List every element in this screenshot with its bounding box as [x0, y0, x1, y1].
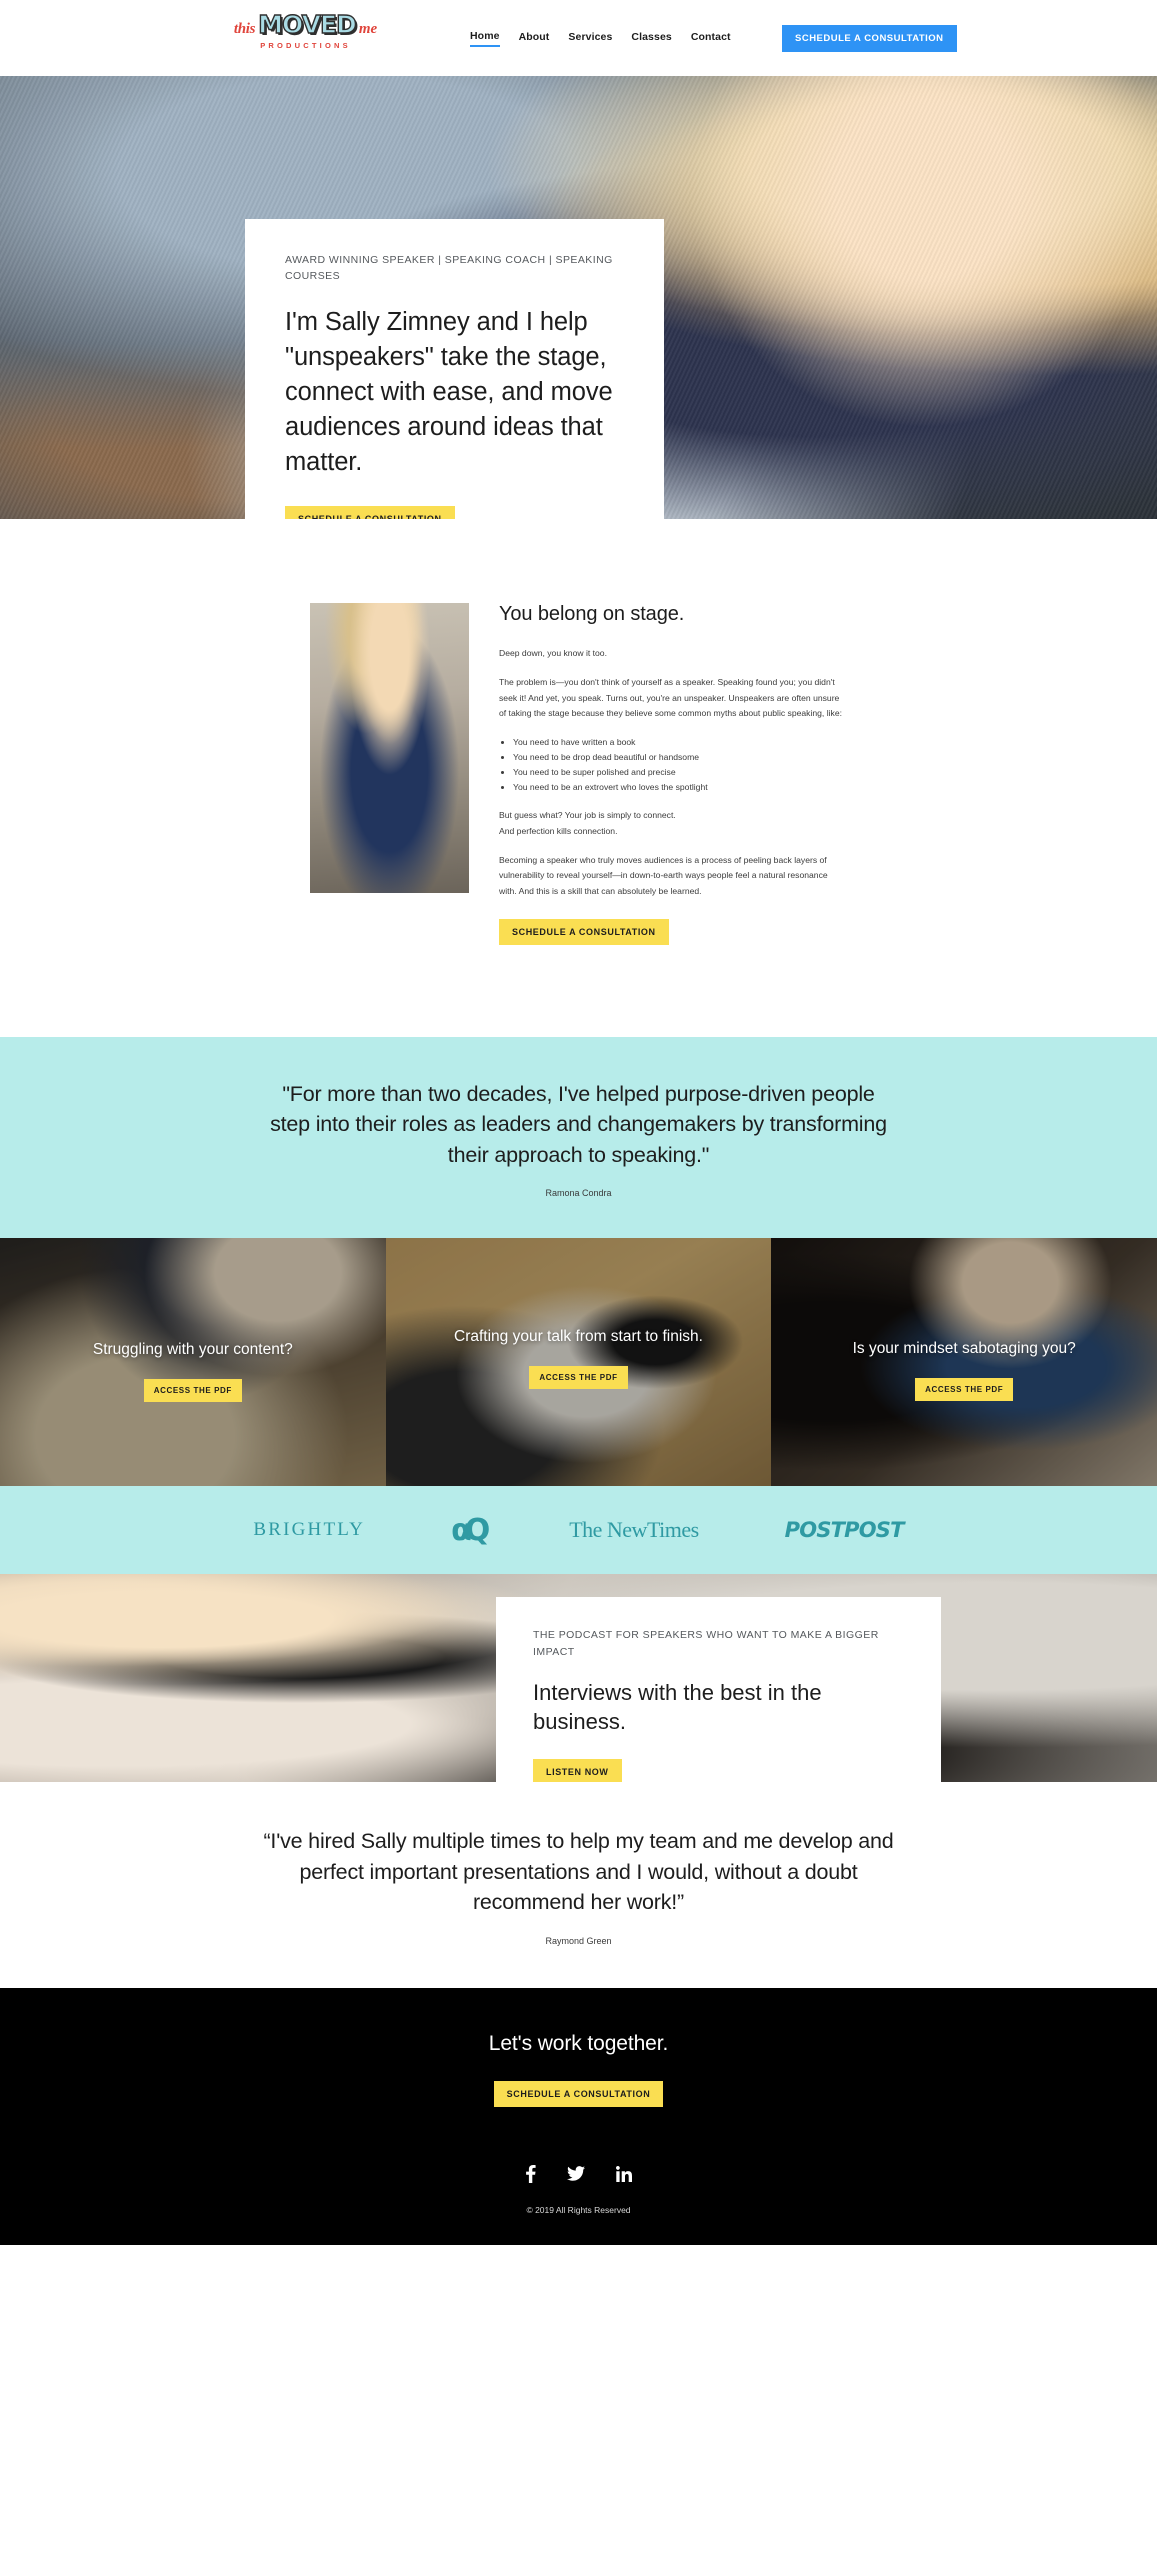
about-paragraph-2: The problem is—you don't think of yourse… [499, 677, 842, 718]
press-logo-bar: BRIGHTLY αQ The NewTimes POSTPOST [0, 1486, 1157, 1575]
listen-now-button[interactable]: LISTEN NOW [533, 1758, 622, 1783]
nav-item-about[interactable]: About [519, 31, 550, 46]
resource-cards-section: Struggling with your content? ACCESS THE… [0, 1238, 1157, 1487]
logo-tagline: PRODUCTIONS [260, 41, 351, 50]
copyright-text: © 2019 All Rights Reserved [526, 2204, 631, 2215]
testimonial-teal-section: "For more than two decades, I've helped … [0, 1036, 1157, 1239]
access-the-pdf-button[interactable]: ACCESS THE PDF [915, 1377, 1014, 1401]
site-footer: Let's work together. SCHEDULE A CONSULTA… [0, 1987, 1157, 2245]
resource-card-crafting[interactable]: Crafting your talk from start to finish.… [385, 1238, 772, 1487]
podcast-heading: Interviews with the best in the business… [533, 1679, 822, 1735]
twitter-icon[interactable] [567, 2166, 585, 2182]
about-text-column: You belong on stage. Deep down, you know… [499, 603, 847, 945]
logo-word-this: this [233, 21, 256, 37]
hero-eyebrow: AWARD WINNING SPEAKER | SPEAKING COACH |… [285, 254, 613, 283]
access-the-pdf-button[interactable]: ACCESS THE PDF [143, 1378, 242, 1402]
podcast-content-card: THE PODCAST FOR SPEAKERS WHO WANT TO MAK… [496, 1597, 941, 1783]
sally-zimney-portrait [310, 603, 469, 893]
testimonial-attribution: Raymond Green [545, 1935, 612, 1946]
card-dark-overlay [0, 1238, 386, 1487]
list-item: You need to be super polished and precis… [513, 765, 847, 780]
about-heading: You belong on stage. [499, 603, 685, 625]
nav-item-contact[interactable]: Contact [691, 31, 731, 46]
social-links [0, 2164, 1157, 2183]
about-paragraph-1: Deep down, you know it too. [499, 648, 607, 658]
nav-item-home[interactable]: Home [470, 30, 500, 47]
linkedin-icon[interactable] [616, 2165, 632, 2182]
header-schedule-consultation-button[interactable]: SCHEDULE A CONSULTATION [782, 25, 957, 52]
card-title: Struggling with your content? [92, 1341, 293, 1359]
about-paragraph-4: And perfection kills connection. [499, 825, 618, 836]
hero-content-card: AWARD WINNING SPEAKER | SPEAKING COACH |… [245, 219, 664, 519]
hero-headline: I'm Sally Zimney and I help "unspeakers"… [285, 307, 613, 477]
logo-word-moved: MOVED [257, 10, 357, 39]
card-dark-overlay [771, 1238, 1157, 1487]
card-title: Is your mindset sabotaging you? [852, 1340, 1076, 1358]
testimonial-quote: "For more than two decades, I've helped … [270, 1081, 887, 1167]
nav-item-classes[interactable]: Classes [631, 31, 671, 46]
about-paragraph-5: Becoming a speaker who truly moves audie… [499, 854, 828, 896]
access-the-pdf-button[interactable]: ACCESS THE PDF [529, 1365, 628, 1389]
podcast-section: THE PODCAST FOR SPEAKERS WHO WANT TO MAK… [0, 1574, 1157, 1783]
site-header: this MOVED me PRODUCTIONS Home About Ser… [0, 0, 1157, 76]
postpost-logo: POSTPOST [784, 1518, 905, 1543]
list-item: You need to have written a book [513, 735, 847, 750]
about-section: You belong on stage. Deep down, you know… [0, 519, 1157, 1037]
logo-wordmark: this MOVED me [228, 10, 383, 39]
nav-item-services[interactable]: Services [568, 31, 612, 46]
resource-card-mindset[interactable]: Is your mindset sabotaging you? ACCESS T… [771, 1238, 1157, 1487]
about-paragraph-3: But guess what? Your job is simply to co… [499, 810, 676, 821]
hero-section: AWARD WINNING SPEAKER | SPEAKING COACH |… [0, 76, 1157, 519]
logo-word-me: me [358, 21, 378, 37]
about-schedule-consultation-button[interactable]: SCHEDULE A CONSULTATION [499, 918, 669, 945]
the-new-times-logo: The NewTimes [569, 1517, 699, 1543]
facebook-icon[interactable] [525, 2164, 536, 2183]
podcast-eyebrow: THE PODCAST FOR SPEAKERS WHO WANT TO MAK… [533, 1629, 879, 1658]
card-dark-overlay [385, 1238, 772, 1487]
footer-schedule-consultation-button[interactable]: SCHEDULE A CONSULTATION [493, 2080, 664, 2107]
cq-logo: αQ [451, 1512, 490, 1548]
resource-card-content[interactable]: Struggling with your content? ACCESS THE… [0, 1238, 386, 1487]
site-logo[interactable]: this MOVED me PRODUCTIONS [228, 10, 383, 50]
testimonial-attribution: Ramona Condra [545, 1188, 612, 1199]
card-title: Crafting your talk from start to finish. [454, 1328, 703, 1346]
list-item: You need to be an extrovert who loves th… [513, 780, 847, 795]
footer-heading: Let's work together. [488, 2031, 669, 2055]
main-navigation: Home About Services Classes Contact [470, 0, 731, 76]
hero-schedule-consultation-button[interactable]: SCHEDULE A CONSULTATION [285, 506, 455, 519]
brightly-logo: BRIGHTLY [253, 1519, 366, 1541]
about-myths-list: You need to have written a book You need… [513, 735, 847, 794]
testimonial-white-section: “I've hired Sally multiple times to help… [0, 1782, 1157, 1988]
list-item: You need to be drop dead beautiful or ha… [513, 750, 847, 765]
testimonial-quote: “I've hired Sally multiple times to help… [263, 1829, 894, 1915]
